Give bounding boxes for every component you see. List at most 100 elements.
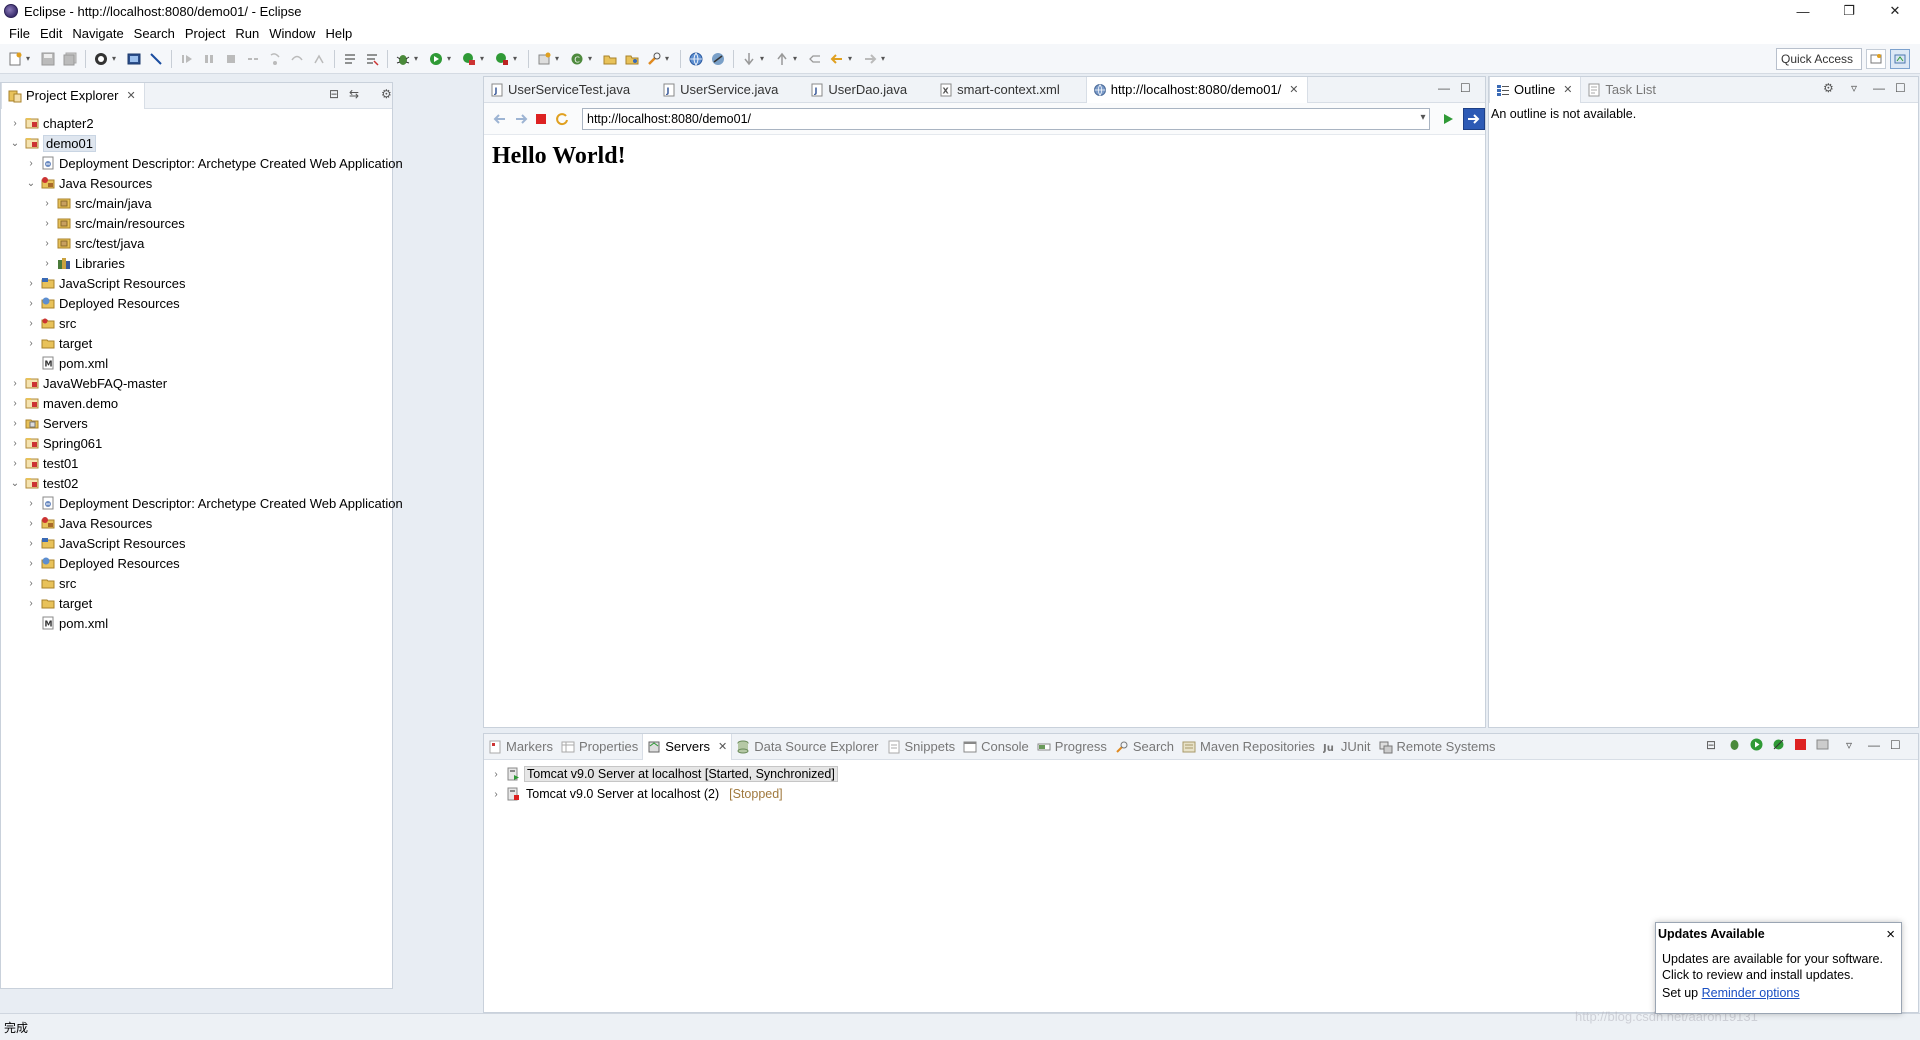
tree-item[interactable]: › Deployment Descriptor: Archetype Create…: [1, 493, 402, 513]
chevron-down-icon[interactable]: ⌄: [9, 478, 21, 489]
chevron-right-icon[interactable]: ›: [41, 198, 53, 209]
chevron-right-icon[interactable]: ›: [25, 598, 37, 609]
chevron-right-icon[interactable]: ›: [25, 578, 37, 589]
close-icon[interactable]: ✕: [1289, 83, 1298, 96]
start-server-icon[interactable]: [1750, 738, 1763, 754]
tree-item[interactable]: › src/main/java: [1, 193, 392, 213]
tab-bottom-0[interactable]: Markers: [484, 734, 557, 760]
run-icon[interactable]: [427, 50, 445, 68]
view-menu-dropdown-icon[interactable]: ▿: [1846, 738, 1852, 752]
chevron-right-icon[interactable]: ›: [490, 769, 502, 780]
open-perspective-icon[interactable]: [1866, 49, 1886, 69]
terminal-icon[interactable]: [125, 50, 143, 68]
tree-item[interactable]: › Spring061: [1, 433, 392, 453]
menu-file[interactable]: File: [4, 26, 35, 41]
open-type-icon[interactable]: [601, 50, 619, 68]
run-dropdown-icon[interactable]: ▾: [447, 54, 455, 63]
tab-editor-4[interactable]: http://localhost:8080/demo01/ ✕: [1085, 76, 1308, 103]
forward-icon[interactable]: [861, 50, 879, 68]
tree-item[interactable]: › JavaScript Resources: [1, 273, 392, 293]
close-icon[interactable]: ✕: [126, 89, 135, 102]
chevron-right-icon[interactable]: ›: [25, 558, 37, 569]
url-dropdown-icon[interactable]: ▾: [1420, 112, 1425, 123]
tree-item[interactable]: ⌄ Java Resources: [1, 173, 392, 193]
remote-icon[interactable]: [709, 50, 727, 68]
view-menu-dropdown-icon[interactable]: ▿: [1851, 81, 1857, 95]
chevron-right-icon[interactable]: ›: [41, 218, 53, 229]
back-icon[interactable]: [828, 50, 846, 68]
tab-bottom-2[interactable]: Servers ✕: [642, 733, 733, 760]
updates-notification[interactable]: Updates Available × Updates are availabl…: [1655, 922, 1902, 1014]
tree-item[interactable]: › maven.demo: [1, 393, 392, 413]
prev-annotation-dropdown-icon[interactable]: ▾: [793, 54, 801, 63]
forward-dropdown-icon[interactable]: ▾: [881, 54, 889, 63]
external-tools-dropdown-icon[interactable]: ▾: [513, 54, 521, 63]
tab-outline[interactable]: Outline ✕: [1489, 76, 1582, 103]
chevron-right-icon[interactable]: ›: [9, 418, 21, 429]
tree-item[interactable]: › JavaScript Resources: [1, 533, 392, 553]
tab-bottom-3[interactable]: Data Source Explorer: [732, 734, 882, 760]
javaee-perspective-icon[interactable]: [1890, 49, 1910, 69]
browser-refresh-icon[interactable]: [554, 110, 571, 128]
menu-help[interactable]: Help: [320, 26, 357, 41]
go-icon[interactable]: [1438, 109, 1456, 129]
tree-item[interactable]: › test01: [1, 453, 392, 473]
tree-item[interactable]: › target: [1, 593, 392, 613]
browser-back-icon[interactable]: [492, 110, 509, 128]
menu-project[interactable]: Project: [180, 26, 230, 41]
publish-icon[interactable]: [92, 50, 110, 68]
maximize-bottom-icon[interactable]: ☐: [1890, 738, 1901, 752]
minimize-button[interactable]: —: [1780, 0, 1826, 22]
tree-item[interactable]: › src: [1, 313, 392, 333]
collapse-all-icon[interactable]: ⊟: [329, 87, 339, 101]
chevron-right-icon[interactable]: ›: [9, 398, 21, 409]
tab-bottom-4[interactable]: Snippets: [883, 734, 960, 760]
new-server-dropdown-icon[interactable]: ▾: [555, 54, 563, 63]
external-tools-icon[interactable]: [493, 50, 511, 68]
stop-server-icon[interactable]: [1794, 738, 1807, 754]
toggle-mark-icon[interactable]: [341, 50, 359, 68]
coverage-icon[interactable]: [460, 50, 478, 68]
tree-item[interactable]: › chapter2: [1, 113, 392, 133]
menu-run[interactable]: Run: [230, 26, 264, 41]
tree-item[interactable]: › src/main/resources: [1, 213, 392, 233]
tree-item[interactable]: › target: [1, 333, 392, 353]
chevron-right-icon[interactable]: ›: [25, 518, 37, 529]
publish-server-icon[interactable]: [1816, 738, 1829, 754]
collapse-all-icon[interactable]: ⊟: [1706, 738, 1716, 752]
tree-item[interactable]: › Servers: [1, 413, 392, 433]
tree-item[interactable]: Mpom.xml: [1, 613, 392, 633]
new-java-class-icon[interactable]: C: [568, 50, 586, 68]
publish-dropdown-icon[interactable]: ▾: [112, 54, 120, 63]
tab-bottom-8[interactable]: Maven Repositories: [1178, 734, 1319, 760]
maximize-outline-icon[interactable]: ☐: [1895, 81, 1906, 95]
prev-annotation-icon[interactable]: [773, 50, 791, 68]
tree-item[interactable]: Mpom.xml: [1, 353, 392, 373]
coverage-dropdown-icon[interactable]: ▾: [480, 54, 488, 63]
chevron-right-icon[interactable]: ›: [9, 118, 21, 129]
open-task-icon[interactable]: [623, 50, 641, 68]
browser-stop-icon[interactable]: [533, 110, 550, 128]
tree-item[interactable]: › Deployed Resources: [1, 293, 392, 313]
tab-bottom-7[interactable]: Search: [1111, 734, 1178, 760]
minimize-outline-icon[interactable]: —: [1873, 81, 1885, 95]
view-menu-icon[interactable]: ⚙: [381, 87, 392, 101]
new-server-icon[interactable]: [535, 50, 553, 68]
chevron-right-icon[interactable]: ›: [9, 458, 21, 469]
chevron-right-icon[interactable]: ›: [9, 378, 21, 389]
tab-task-list[interactable]: Task List: [1581, 77, 1664, 103]
new-dropdown-icon[interactable]: ▾: [26, 54, 34, 63]
chevron-right-icon[interactable]: ›: [25, 498, 37, 509]
chevron-right-icon[interactable]: ›: [41, 238, 53, 249]
next-annotation-dropdown-icon[interactable]: ▾: [760, 54, 768, 63]
tab-editor-1[interactable]: J UserService.java: [656, 77, 804, 103]
chevron-down-icon[interactable]: ⌄: [9, 138, 21, 149]
tab-bottom-1[interactable]: Properties: [557, 734, 642, 760]
tree-item[interactable]: › Deployed Resources: [1, 553, 392, 573]
new-class-dropdown-icon[interactable]: ▾: [588, 54, 596, 63]
tab-bottom-6[interactable]: Progress: [1033, 734, 1111, 760]
server-row-started[interactable]: › Tomcat v9.0 Server at localhost [Start…: [484, 764, 1918, 784]
notification-body[interactable]: Updates are available for your software.…: [1656, 945, 1901, 1001]
chevron-down-icon[interactable]: ⌄: [25, 178, 37, 189]
url-input[interactable]: http://localhost:8080/demo01/ ▾: [582, 107, 1431, 130]
